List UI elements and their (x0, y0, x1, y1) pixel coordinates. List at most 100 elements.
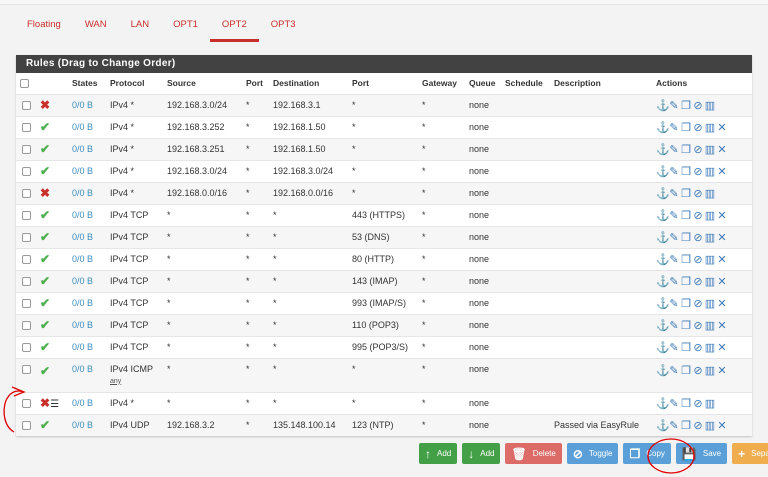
rule-row[interactable]: ✖ 0/0 B IPv4 * 192.168.3.0/24 * 192.168.3.… (16, 93, 752, 116)
copy-icon[interactable]: ❐ (680, 209, 692, 222)
states-link[interactable]: 0/0 B (72, 291, 110, 314)
trash-icon[interactable]: ▥ (704, 121, 716, 134)
anchor-icon[interactable]: ⚓ (656, 231, 670, 244)
disable-x-icon[interactable]: ✕ (716, 341, 728, 354)
toggle-button[interactable]: ⊘ Toggle (566, 443, 619, 464)
pencil-icon[interactable]: ✎ (668, 99, 680, 112)
copy-icon[interactable]: ❐ (680, 187, 692, 200)
anchor-icon[interactable]: ⚓ (656, 341, 670, 354)
trash-icon[interactable]: ▥ (704, 187, 716, 200)
tab-opt3[interactable]: OPT3 (259, 18, 308, 42)
states-link[interactable]: 0/0 B (72, 203, 110, 226)
row-checkbox[interactable] (22, 123, 31, 133)
anchor-icon[interactable]: ⚓ (656, 419, 670, 432)
tab-opt2[interactable]: OPT2 (209, 18, 259, 42)
pencil-icon[interactable]: ✎ (668, 187, 680, 200)
states-link[interactable]: 0/0 B (72, 225, 110, 248)
copy-icon[interactable]: ❐ (680, 364, 692, 377)
trash-icon[interactable]: ▥ (704, 143, 716, 156)
rule-row[interactable]: ✔ 0/0 B IPv4 * 192.168.3.0/24 * 192.168.3.… (16, 159, 752, 182)
ban-icon[interactable]: ⊘ (692, 397, 704, 410)
trash-icon[interactable]: ▥ (704, 341, 716, 354)
copy-icon[interactable]: ❐ (680, 99, 692, 112)
copy-icon[interactable]: ❐ (680, 341, 692, 354)
disable-x-icon[interactable]: ✕ (716, 165, 728, 178)
ban-icon[interactable]: ⊘ (692, 419, 704, 432)
row-checkbox[interactable] (22, 321, 31, 331)
ban-icon[interactable]: ⊘ (692, 319, 704, 332)
row-checkbox[interactable] (22, 233, 31, 243)
anchor-icon[interactable]: ⚓ (656, 275, 670, 288)
anchor-icon[interactable]: ⚓ (656, 187, 670, 200)
row-checkbox[interactable] (22, 101, 31, 111)
row-checkbox[interactable] (22, 421, 31, 431)
trash-icon[interactable]: ▥ (704, 209, 716, 222)
pencil-icon[interactable]: ✎ (668, 275, 680, 288)
ban-icon[interactable]: ⊘ (692, 121, 704, 134)
pencil-icon[interactable]: ✎ (668, 297, 680, 310)
trash-icon[interactable]: ▥ (704, 231, 716, 244)
ban-icon[interactable]: ⊘ (692, 275, 704, 288)
states-link[interactable]: 0/0 B (72, 313, 110, 336)
row-checkbox[interactable] (22, 211, 31, 221)
trash-icon[interactable]: ▥ (704, 165, 716, 178)
ban-icon[interactable]: ⊘ (692, 187, 704, 200)
anchor-icon[interactable]: ⚓ (656, 99, 670, 112)
rule-row[interactable]: ✖☰ 0/0 B IPv4 * * * * * * none ⚓✎ ❐ ⊘ ▥ (16, 391, 752, 414)
copy-icon[interactable]: ❐ (680, 253, 692, 266)
trash-icon[interactable]: ▥ (704, 319, 716, 332)
rule-row[interactable]: ✖ 0/0 B IPv4 * 192.168.0.0/16 * 192.168.0.… (16, 181, 752, 204)
tab-opt1[interactable]: OPT1 (161, 18, 210, 42)
pencil-icon[interactable]: ✎ (668, 364, 680, 377)
pencil-icon[interactable]: ✎ (668, 209, 680, 222)
pencil-icon[interactable]: ✎ (668, 419, 680, 432)
disable-x-icon[interactable]: ✕ (716, 364, 728, 377)
disable-x-icon[interactable]: ✕ (716, 419, 728, 432)
ban-icon[interactable]: ⊘ (692, 209, 704, 222)
anchor-icon[interactable]: ⚓ (656, 165, 670, 178)
pencil-icon[interactable]: ✎ (668, 143, 680, 156)
rule-row[interactable]: ✔ 0/0 B IPv4 TCP * * * 143 (IMAP) * none ⚓✎ ❐ ⊘… (16, 269, 752, 292)
row-checkbox[interactable] (22, 189, 31, 199)
tab-wan[interactable]: WAN (73, 18, 119, 42)
ban-icon[interactable]: ⊘ (692, 231, 704, 244)
row-checkbox[interactable] (22, 399, 31, 409)
disable-x-icon[interactable]: ✕ (716, 231, 728, 244)
rule-row[interactable]: ✔ 0/0 B IPv4 UDP 192.168.3.2 * 135.148.100… (16, 413, 752, 436)
add-top-button[interactable]: ↑ Add (419, 443, 458, 464)
anchor-icon[interactable]: ⚓ (656, 319, 670, 332)
disable-x-icon[interactable]: ✕ (716, 297, 728, 310)
copy-icon[interactable]: ❐ (680, 121, 692, 134)
anchor-icon[interactable]: ⚓ (656, 121, 670, 134)
anchor-icon[interactable]: ⚓ (656, 253, 670, 266)
disable-x-icon[interactable]: ✕ (716, 319, 728, 332)
copy-icon[interactable]: ❐ (680, 165, 692, 178)
pencil-icon[interactable]: ✎ (668, 165, 680, 178)
select-all-checkbox[interactable] (20, 79, 29, 89)
pencil-icon[interactable]: ✎ (668, 121, 680, 134)
row-checkbox[interactable] (22, 277, 31, 287)
row-checkbox[interactable] (22, 145, 31, 155)
states-link[interactable]: 0/0 B (72, 357, 110, 392)
states-link[interactable]: 0/0 B (72, 93, 110, 116)
separator-button[interactable]: + Separator (732, 443, 768, 464)
trash-icon[interactable]: ▥ (704, 419, 716, 432)
rule-row[interactable]: ✔ 0/0 B IPv4 * 192.168.3.251 * 192.168.1.5… (16, 137, 752, 160)
rule-row[interactable]: ✔ 0/0 B IPv4 TCP * * * 80 (HTTP) * none ⚓✎ ❐ ⊘ ▥… (16, 247, 752, 270)
anchor-icon[interactable]: ⚓ (656, 397, 670, 410)
states-link[interactable]: 0/0 B (72, 413, 110, 436)
ban-icon[interactable]: ⊘ (692, 99, 704, 112)
row-checkbox[interactable] (22, 255, 31, 265)
copy-icon[interactable]: ❐ (680, 143, 692, 156)
states-link[interactable]: 0/0 B (72, 247, 110, 270)
row-checkbox[interactable] (22, 167, 31, 177)
tab-lan[interactable]: LAN (119, 18, 161, 42)
disable-x-icon[interactable]: ✕ (716, 209, 728, 222)
copy-icon[interactable]: ❐ (680, 397, 692, 410)
pencil-icon[interactable]: ✎ (668, 319, 680, 332)
ban-icon[interactable]: ⊘ (692, 165, 704, 178)
pencil-icon[interactable]: ✎ (668, 231, 680, 244)
rule-row[interactable]: ✔ 0/0 B IPv4 TCP * * * 993 (IMAP/S) * none ⚓✎… (16, 291, 752, 314)
rule-row[interactable]: ✔ 0/0 B IPv4 TCP * * * 443 (HTTPS) * none ⚓✎ ❐… (16, 203, 752, 226)
disable-x-icon[interactable]: ✕ (716, 121, 728, 134)
